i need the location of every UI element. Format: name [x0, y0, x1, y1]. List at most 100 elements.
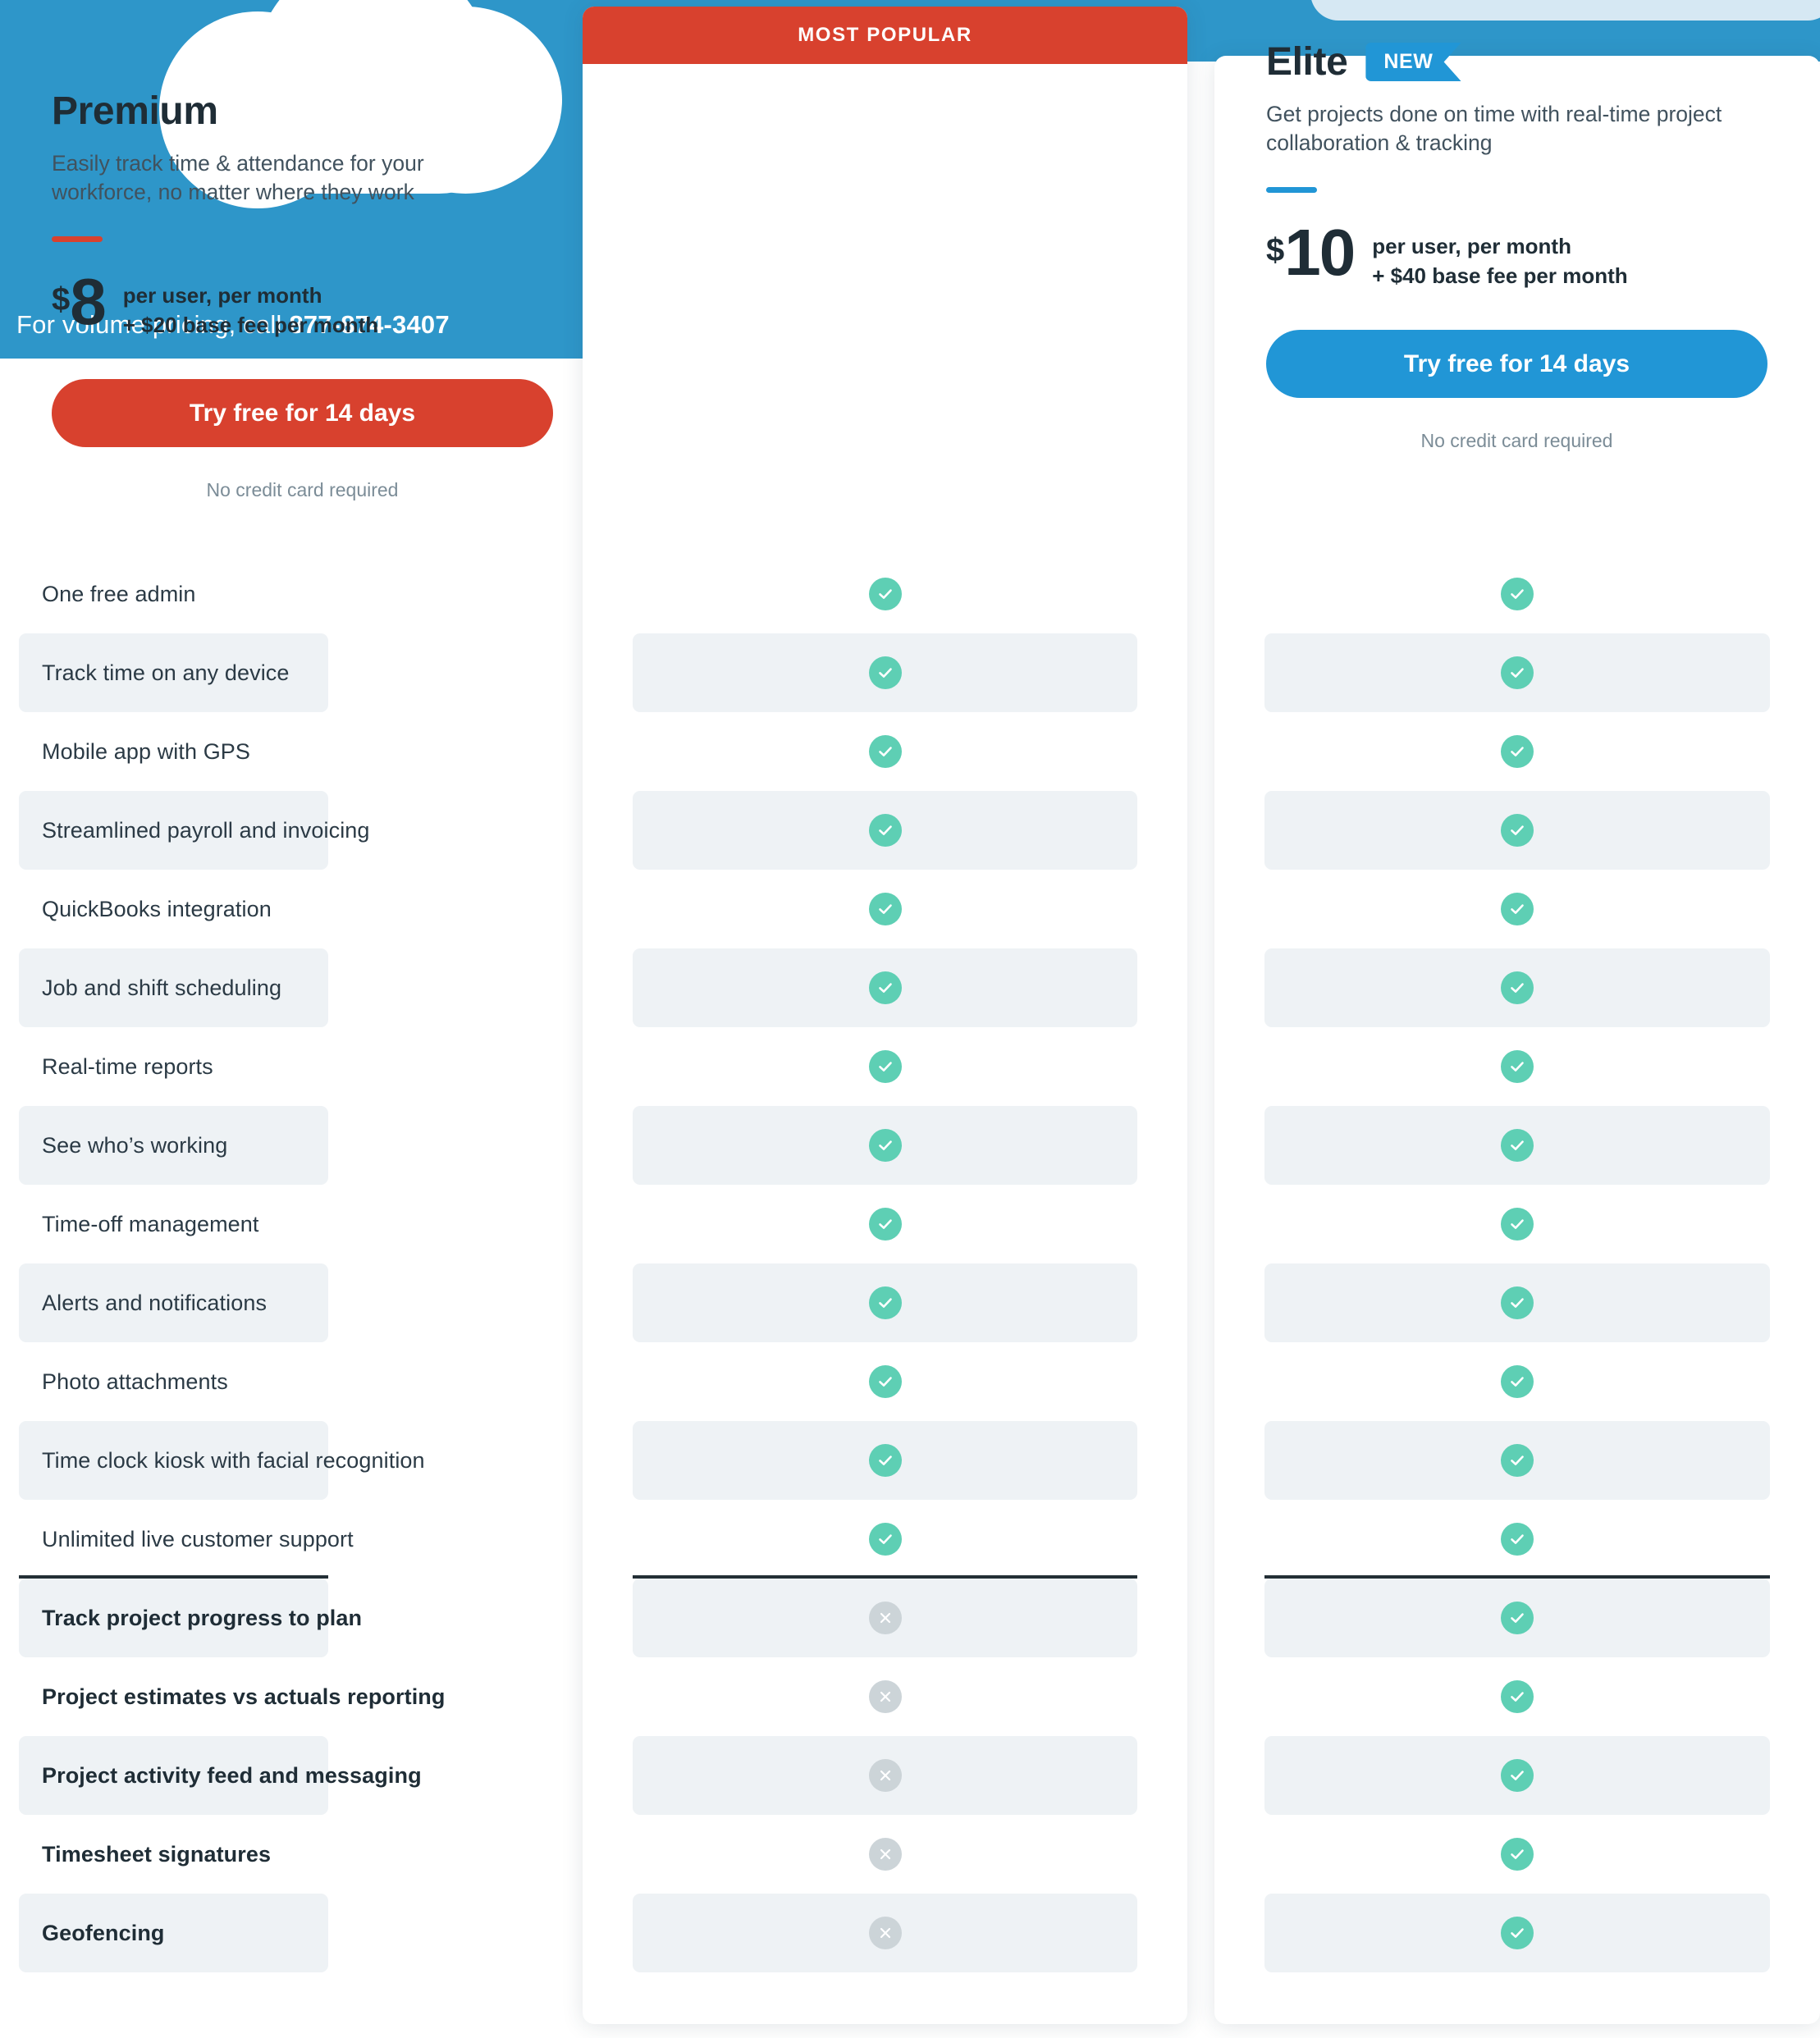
feature-mark-cell — [1214, 948, 1820, 1027]
most-popular-banner: MOST POPULAR — [583, 7, 1187, 64]
check-icon — [1501, 735, 1534, 768]
feature-row-elite — [1214, 1736, 1820, 1815]
feature-row-elite — [1214, 791, 1820, 870]
cross-icon — [869, 1759, 902, 1792]
feature-row-label: Track time on any device — [0, 633, 583, 712]
plan-description-elite: Get projects done on time with real-time… — [1266, 100, 1726, 158]
feature-mark-cell — [1214, 1342, 1820, 1421]
feature-label: Project estimates vs actuals reporting — [42, 1657, 446, 1736]
feature-label: Streamlined payroll and invoicing — [42, 791, 370, 870]
check-icon — [869, 735, 902, 768]
check-icon — [1501, 1444, 1534, 1477]
feature-row-premium — [583, 1657, 1187, 1736]
feature-mark-cell — [583, 870, 1187, 948]
feature-mark-cell — [583, 1736, 1187, 1815]
feature-row-elite — [1214, 1106, 1820, 1185]
section-divider-labels — [19, 1575, 328, 1579]
feature-row-elite — [1214, 633, 1820, 712]
feature-row-elite — [1214, 1421, 1820, 1500]
feature-row-label: Mobile app with GPS — [0, 712, 583, 791]
check-icon — [1501, 814, 1534, 847]
feature-label: Geofencing — [42, 1894, 165, 1972]
check-icon — [1501, 1602, 1534, 1634]
accent-rule-elite — [1266, 187, 1317, 193]
cross-icon — [869, 1917, 902, 1949]
feature-row-premium — [583, 1500, 1187, 1579]
feature-label: See who’s working — [42, 1106, 227, 1185]
feature-row-premium — [583, 1263, 1187, 1342]
check-icon — [869, 1286, 902, 1319]
feature-label: Track project progress to plan — [42, 1579, 362, 1657]
check-icon — [869, 578, 902, 610]
feature-mark-cell — [1214, 633, 1820, 712]
check-icon — [1501, 656, 1534, 689]
check-icon — [1501, 1129, 1534, 1162]
cta-note-elite: No credit card required — [1266, 430, 1767, 452]
feature-mark-cell — [1214, 1421, 1820, 1500]
try-free-button-premium[interactable]: Try free for 14 days — [52, 379, 553, 447]
feature-row-elite — [1214, 1579, 1820, 1657]
feature-row-premium — [583, 948, 1187, 1027]
feature-row-premium — [583, 1027, 1187, 1106]
feature-label: QuickBooks integration — [42, 870, 272, 948]
feature-row-elite — [1214, 1342, 1820, 1421]
check-icon — [869, 1444, 902, 1477]
cta-note-premium: No credit card required — [52, 479, 553, 501]
feature-row-elite — [1214, 555, 1820, 633]
feature-row-label: See who’s working — [0, 1106, 583, 1185]
feature-row-premium — [583, 791, 1187, 870]
feature-row-premium — [583, 1421, 1187, 1500]
feature-mark-cell — [1214, 1579, 1820, 1657]
feature-mark-cell — [1214, 1736, 1820, 1815]
feature-row-elite — [1214, 870, 1820, 948]
feature-row-label: Timesheet signatures — [0, 1815, 583, 1894]
feature-mark-cell — [1214, 1815, 1820, 1894]
check-icon — [1501, 1050, 1534, 1083]
feature-label: Project activity feed and messaging — [42, 1736, 422, 1815]
feature-row-label: Time clock kiosk with facial recognition — [0, 1421, 583, 1500]
price-currency-elite: $ — [1266, 234, 1284, 267]
section-divider-elite — [1264, 1575, 1770, 1579]
feature-row-label: Alerts and notifications — [0, 1263, 583, 1342]
feature-mark-cell — [1214, 1027, 1820, 1106]
feature-label: Track time on any device — [42, 633, 290, 712]
feature-marks-premium-column — [583, 555, 1187, 1972]
feature-row-label: Unlimited live customer support — [0, 1500, 583, 1579]
feature-marks-elite-column — [1214, 555, 1820, 1972]
check-icon — [869, 1365, 902, 1398]
try-free-button-elite[interactable]: Try free for 14 days — [1266, 330, 1767, 398]
feature-row-premium — [583, 1579, 1187, 1657]
feature-row-premium — [583, 1342, 1187, 1421]
feature-mark-cell — [583, 1815, 1187, 1894]
feature-row-premium — [583, 1185, 1187, 1263]
feature-label-column: One free adminTrack time on any deviceMo… — [0, 555, 583, 1972]
feature-row-label: One free admin — [0, 555, 583, 633]
feature-label: One free admin — [42, 555, 196, 633]
feature-row-elite — [1214, 1185, 1820, 1263]
feature-mark-cell — [583, 1263, 1187, 1342]
feature-row-premium — [583, 1106, 1187, 1185]
plan-description-premium: Easily track time & attendance for your … — [52, 149, 511, 207]
feature-row-premium — [583, 1736, 1187, 1815]
feature-row-elite — [1214, 1657, 1820, 1736]
feature-row-premium — [583, 1815, 1187, 1894]
feature-row-label: Track project progress to plan — [0, 1579, 583, 1657]
feature-row-elite — [1214, 1027, 1820, 1106]
feature-mark-cell — [1214, 1106, 1820, 1185]
feature-mark-cell — [1214, 555, 1820, 633]
feature-mark-cell — [583, 791, 1187, 870]
check-icon — [869, 1050, 902, 1083]
feature-row-label: Streamlined payroll and invoicing — [0, 791, 583, 870]
feature-row-premium — [583, 1894, 1187, 1972]
feature-label: Job and shift scheduling — [42, 948, 281, 1027]
feature-mark-cell — [583, 555, 1187, 633]
feature-row-label: Project estimates vs actuals reporting — [0, 1657, 583, 1736]
feature-mark-cell — [583, 712, 1187, 791]
feature-row-premium — [583, 555, 1187, 633]
check-icon — [1501, 1680, 1534, 1713]
feature-mark-cell — [583, 1421, 1187, 1500]
plan-title-elite: Elite — [1266, 39, 1347, 85]
feature-label: Mobile app with GPS — [42, 712, 250, 791]
feature-mark-cell — [583, 1657, 1187, 1736]
feature-row-label: Photo attachments — [0, 1342, 583, 1421]
